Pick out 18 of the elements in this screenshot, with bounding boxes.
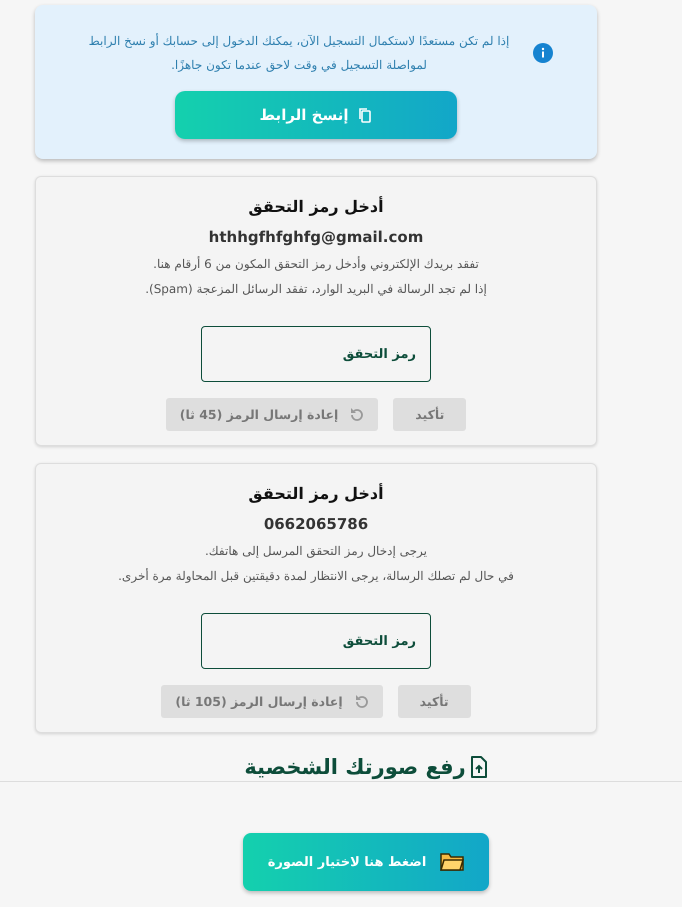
card-title: أدخل رمز التحقق xyxy=(248,197,384,216)
copy-link-button[interactable]: إنسخ الرابط xyxy=(175,91,457,139)
folder-icon xyxy=(440,852,464,872)
instruction-text: في حال لم تصلك الرسالة، يرجى الانتظار لمدة دقيقتين قبل المحاولة مرة أخرى. xyxy=(118,567,514,585)
instruction-text: تفقد بريدك الإلكتروني وأدخل رمز التحقق المكون من 6 أرقام هنا. xyxy=(153,255,479,273)
instruction-text: يرجى إدخال رمز التحقق المرسل إلى هاتفك. xyxy=(204,543,428,560)
copy-icon xyxy=(356,107,373,123)
code-input-field[interactable]: رمز التحقق xyxy=(201,326,431,382)
contact-target: hthhgfhfghfg@gmail.com xyxy=(208,228,424,246)
file-upload-icon xyxy=(470,756,488,778)
card-title: أدخل رمز التحقق xyxy=(248,484,384,503)
contact-target: 0662065786 xyxy=(264,515,368,533)
refresh-icon xyxy=(348,406,364,422)
notice-text: إذا لم تكن مستعدًا لاستكمال التسجيل الآن، يمكنك الدخول إلى حسابك أو نسخ الرابط لمواصلة التسجيل في وقت لاحق عندما تكون جاهزًا. xyxy=(88,32,510,74)
info-icon xyxy=(533,43,553,63)
code-input-field[interactable]: رمز التحقق xyxy=(201,613,431,669)
instruction-text: إذا لم تجد الرسالة في البريد الوارد، تفقد الرسائل المزعجة (Spam). xyxy=(145,281,487,298)
choose-photo-button[interactable]: اضغط هنا لاختيار الصورة xyxy=(243,833,489,891)
